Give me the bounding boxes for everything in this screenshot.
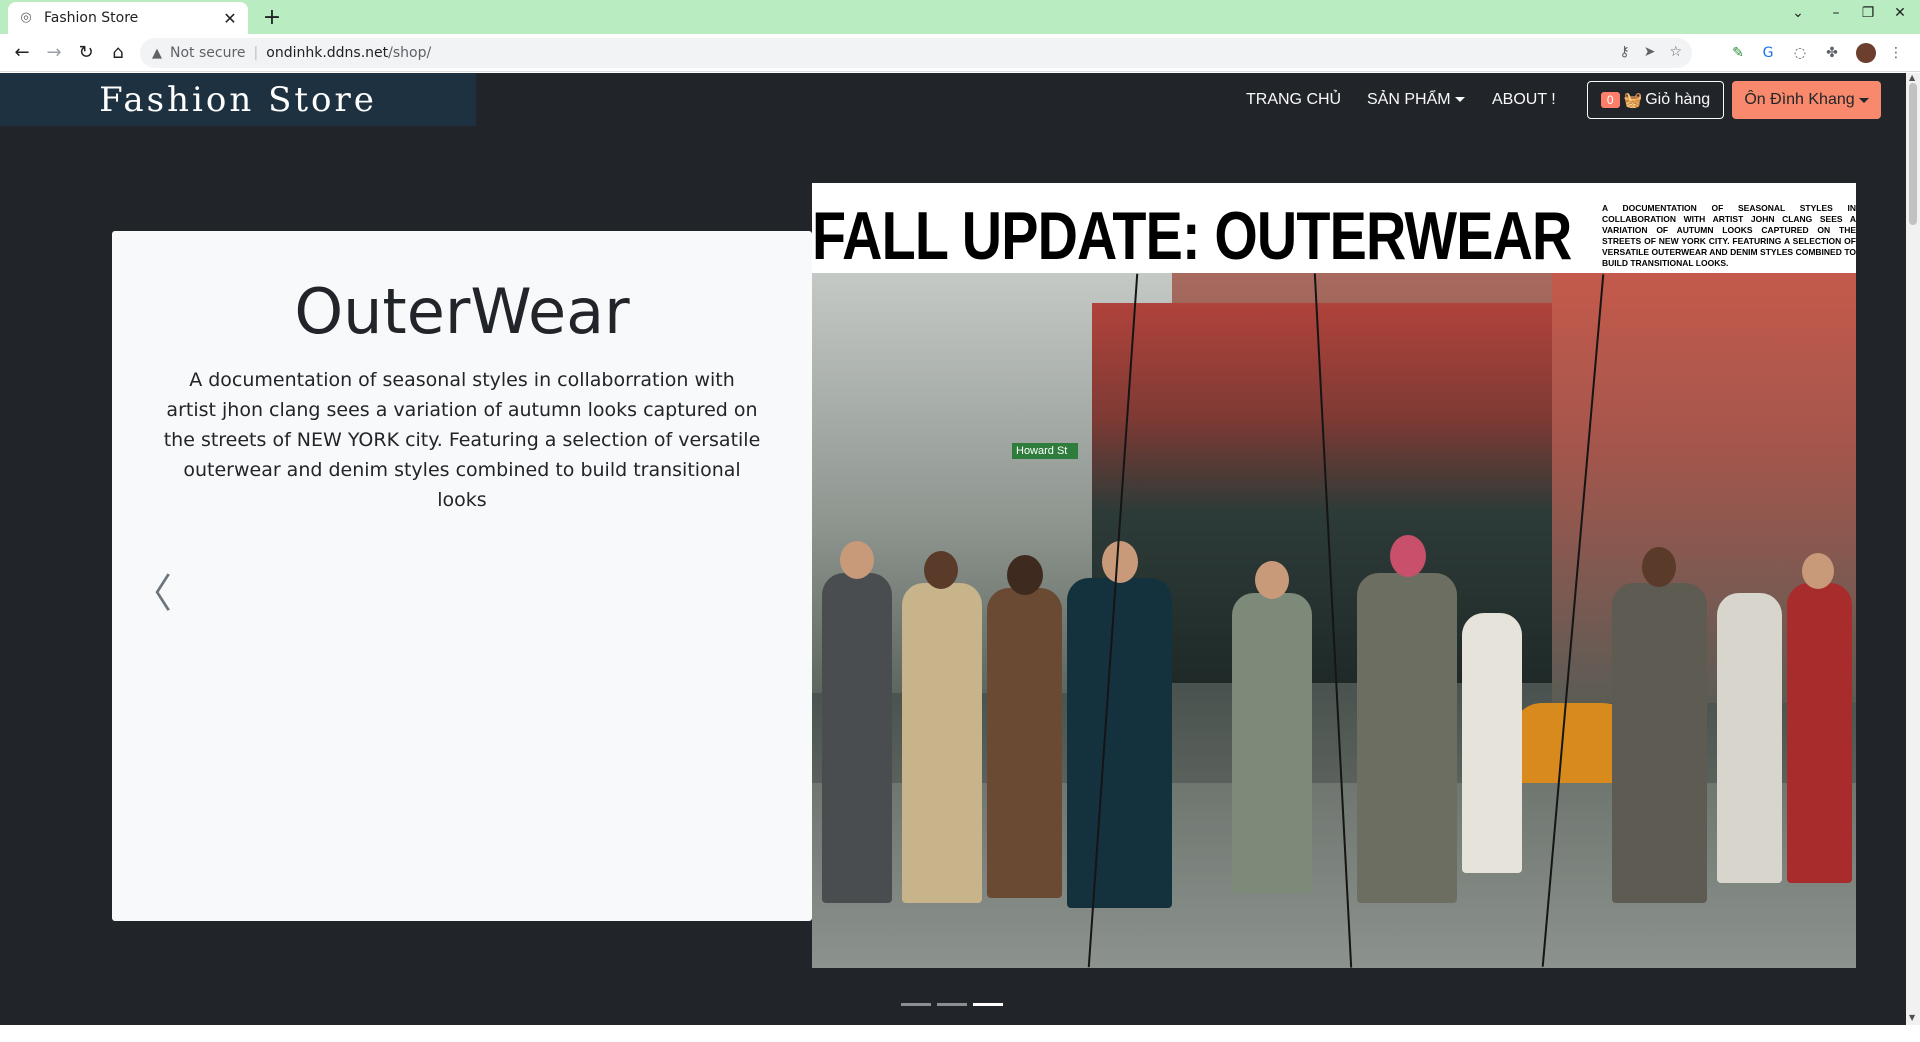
nav-about[interactable]: ABOUT ! <box>1492 73 1556 126</box>
caret-down-icon <box>1454 97 1465 102</box>
image-title: FALL UPDATE: OUTERWEAR <box>812 198 1572 274</box>
street-sign: Howard St <box>1012 443 1078 459</box>
brand-name: Fashion Store <box>99 79 377 120</box>
carousel-prev-icon[interactable]: 〈 <box>132 561 172 619</box>
puzzle-icon[interactable]: ✤ <box>1822 43 1842 63</box>
scrollbar-thumb[interactable] <box>1909 83 1917 225</box>
caret-down-icon <box>1858 97 1869 103</box>
model-figure <box>1717 593 1782 883</box>
cart-button[interactable]: 0 🧺 Giỏ hàng <box>1587 81 1724 119</box>
carousel-indicator-3[interactable] <box>973 1003 1003 1006</box>
back-icon[interactable]: ← <box>10 41 34 65</box>
reload-icon[interactable]: ↻ <box>74 41 98 65</box>
model-head <box>1390 535 1426 577</box>
nav-about-label: ABOUT ! <box>1492 90 1556 108</box>
model-head <box>1642 547 1676 587</box>
model-head <box>1007 555 1043 595</box>
menu-kebab-icon[interactable]: ⋮ <box>1886 43 1906 63</box>
send-icon[interactable]: ➤ <box>1644 44 1656 60</box>
scroll-up-icon[interactable]: ▲ <box>1909 73 1915 82</box>
vertical-scrollbar[interactable]: ▲ ▼ <box>1906 73 1920 1025</box>
page-bottom-strip <box>0 1025 1920 1042</box>
translate-icon[interactable]: G <box>1758 43 1778 63</box>
street-photo: Howard St <box>812 273 1856 968</box>
model-figure <box>822 573 892 903</box>
page-body: Fashion Store TRANG CHỦ SẢN PHẨM ABOUT !… <box>0 73 1906 1025</box>
url-path: /shop/ <box>388 45 432 61</box>
scroll-down-icon[interactable]: ▼ <box>1909 1013 1915 1022</box>
globe-icon: ◎ <box>20 10 32 25</box>
carousel-image: FALL UPDATE: OUTERWEAR A DOCUMENTATION O… <box>812 183 1856 968</box>
model-figure <box>1787 583 1852 883</box>
cart-label: Giỏ hàng <box>1645 91 1711 108</box>
model-figure <box>1067 578 1172 908</box>
carousel-caption-card: OuterWear A documentation of seasonal st… <box>112 231 812 921</box>
model-figure <box>1612 583 1707 903</box>
tab-title: Fashion Store <box>44 10 139 26</box>
cart-count-badge: 0 <box>1600 92 1620 108</box>
address-bar[interactable]: ▲ Not secure | ondinhk.ddns.net /shop/ ⚷… <box>140 38 1692 68</box>
extension-pen-icon[interactable]: ✎ <box>1728 43 1748 63</box>
nav-products-label: SẢN PHẨM <box>1367 90 1451 108</box>
browser-tab-strip: ◎ Fashion Store ✕ + ⌄ – ❐ ✕ <box>0 0 1920 34</box>
nav-home-label: TRANG CHỦ <box>1246 90 1342 108</box>
model-head <box>1802 553 1834 589</box>
browser-tab[interactable]: ◎ Fashion Store ✕ <box>8 2 248 34</box>
carousel-indicator-1[interactable] <box>901 1003 931 1006</box>
extension-circle-icon[interactable]: ◌ <box>1790 43 1810 63</box>
browser-toolbar: ← → ↻ ⌂ ▲ Not secure | ondinhk.ddns.net … <box>0 34 1920 72</box>
basket-icon: 🧺 <box>1623 92 1643 109</box>
key-icon[interactable]: ⚷ <box>1619 44 1629 60</box>
close-window-icon[interactable]: ✕ <box>1888 5 1912 21</box>
model-figure <box>902 583 982 903</box>
profile-avatar[interactable] <box>1856 43 1876 63</box>
brand-logo[interactable]: Fashion Store <box>0 73 476 126</box>
model-head <box>1255 561 1289 599</box>
warning-icon: ▲ <box>152 45 162 61</box>
image-blurb: A DOCUMENTATION OF SEASONAL STYLES IN CO… <box>1602 203 1856 268</box>
image-header-band: FALL UPDATE: OUTERWEAR A DOCUMENTATION O… <box>812 183 1856 274</box>
home-icon[interactable]: ⌂ <box>106 41 130 65</box>
divider: | <box>253 45 259 61</box>
model-figure <box>1462 613 1522 873</box>
carousel-indicator-2[interactable] <box>937 1003 967 1006</box>
model-figure <box>1357 573 1457 903</box>
model-head <box>840 541 874 579</box>
security-label: Not secure <box>170 45 246 61</box>
nav-products-dropdown[interactable]: SẢN PHẨM <box>1367 73 1465 126</box>
url-host: ondinhk.ddns.net <box>266 45 389 61</box>
tab-search-icon[interactable]: ⌄ <box>1786 5 1810 21</box>
carousel-indicators <box>901 1003 1003 1006</box>
model-figure <box>1232 593 1312 893</box>
model-head <box>1102 541 1138 583</box>
model-figure <box>987 588 1062 898</box>
carousel-description: A documentation of seasonal styles in co… <box>163 369 761 511</box>
user-name: Ôn Đình Khang <box>1744 91 1855 108</box>
minimize-icon[interactable]: – <box>1824 5 1848 21</box>
close-tab-icon[interactable]: ✕ <box>222 9 238 28</box>
forward-icon[interactable]: → <box>42 41 66 65</box>
new-tab-button[interactable]: + <box>258 4 286 32</box>
bookmark-star-icon[interactable]: ☆ <box>1669 44 1682 60</box>
restore-icon[interactable]: ❐ <box>1856 5 1880 21</box>
user-menu-button[interactable]: Ôn Đình Khang <box>1732 81 1881 119</box>
nav-home[interactable]: TRANG CHỦ <box>1246 73 1341 126</box>
model-head <box>924 551 958 589</box>
carousel-heading: OuterWear <box>294 275 630 348</box>
